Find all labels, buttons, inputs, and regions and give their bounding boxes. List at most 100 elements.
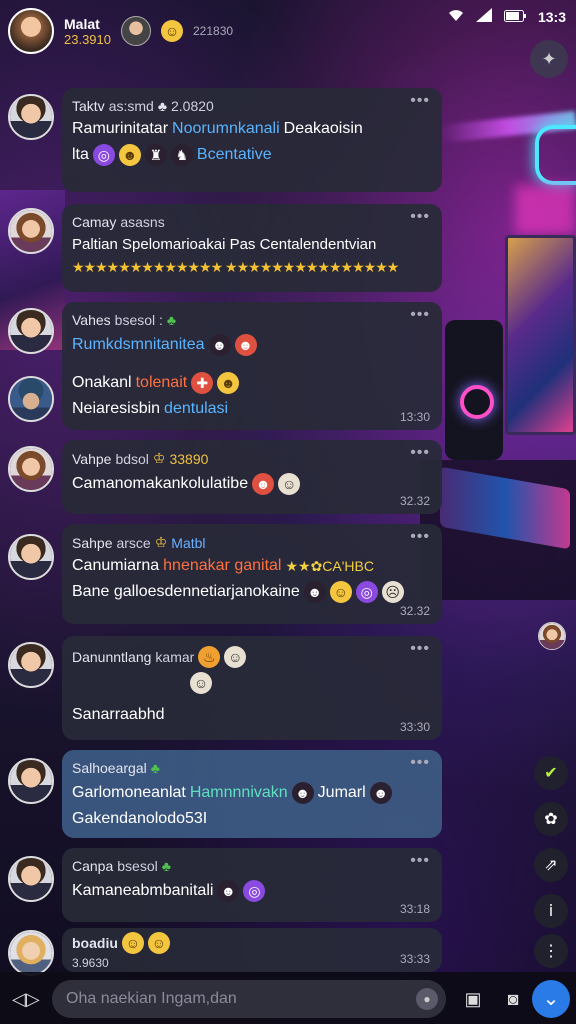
- message-text: Paltian Spelomarioakai Pas Centalendentv…: [72, 236, 377, 253]
- signal-icon: [475, 8, 492, 25]
- message-author: Taktv: [72, 98, 105, 114]
- viewer-avatar[interactable]: [538, 622, 566, 650]
- message-bubble[interactable]: Vahes bsesol : ♣ ••• Rumkdsmnitanitea ☻ …: [62, 302, 442, 430]
- message-bubble[interactable]: Canpa bsesol ♣ ••• Kamaneabmbanitali ☻ ◎…: [62, 848, 442, 922]
- background-glow: [515, 185, 576, 235]
- message-bubble[interactable]: Vahpe bdsol ♔ 33890 ••• Camanomakankolul…: [62, 440, 442, 514]
- fire-emoji-icon: ♨: [198, 646, 221, 668]
- attach-button[interactable]: ◁▷: [12, 986, 40, 1012]
- message-author: boadiu: [72, 935, 118, 951]
- message-text-link[interactable]: Rumkdsmnitanitea: [72, 336, 205, 354]
- emoji-icon: ☻: [234, 334, 257, 356]
- emoji-icon: ☻: [217, 880, 240, 902]
- message-bubble[interactable]: Danunntlang kamar ♨ ☺ ••• ☺ Sanarraabhd …: [62, 636, 442, 740]
- message-input-placeholder: Oha naekian Ingam,dan: [66, 990, 237, 1007]
- message-bubble[interactable]: Camay asasns ••• Paltian Spelomarioakai …: [62, 204, 442, 292]
- message-meta: bsesol :: [114, 312, 163, 328]
- emoji-icon: ☻: [291, 782, 314, 804]
- sticker-icon: ▣: [464, 989, 482, 1009]
- profile-avatar[interactable]: [8, 8, 54, 54]
- message-time: 13:30: [399, 410, 430, 424]
- avatar[interactable]: [8, 94, 54, 140]
- emoji-icon: ☻: [303, 581, 326, 603]
- emoji-icon: ☺: [224, 646, 247, 668]
- info-button[interactable]: ⅰ: [534, 894, 568, 928]
- more-options-icon[interactable]: •••: [410, 444, 430, 462]
- message-meta: asasns: [120, 214, 165, 230]
- chat-title: Malat: [64, 15, 100, 32]
- more-options-icon[interactable]: •••: [410, 92, 430, 110]
- avatar[interactable]: [8, 758, 54, 804]
- more-options-icon[interactable]: •••: [410, 852, 430, 870]
- camera-button[interactable]: ◙: [500, 986, 526, 1012]
- avatar[interactable]: [8, 642, 54, 688]
- emoji-icon: ✚: [191, 372, 214, 394]
- chat-subtitle: 23.3910: [64, 31, 111, 47]
- avatar[interactable]: [8, 856, 54, 902]
- emoji-icon: ☺: [190, 672, 212, 694]
- more-options-icon[interactable]: •••: [410, 306, 430, 324]
- smile-emoji-icon: ☺: [161, 20, 183, 42]
- message-bubble[interactable]: Sahpe arsce ♔ Matbl ••• Canumiarna hnena…: [62, 524, 442, 624]
- status-time: 13:3: [537, 8, 566, 25]
- trophy-emoji-icon: ♔: [154, 534, 168, 550]
- message-text-link[interactable]: dentulasi: [164, 400, 228, 418]
- message-time: 33:33: [399, 952, 430, 966]
- message-text: Deakaoisin: [283, 120, 363, 137]
- share-button[interactable]: ⇗: [534, 848, 568, 882]
- chat-header: Malat 23.3910 ☺ 221830: [8, 6, 233, 56]
- avatar[interactable]: [8, 446, 54, 492]
- more-options-icon[interactable]: •••: [410, 208, 430, 226]
- settings-button[interactable]: ✦: [530, 40, 568, 78]
- emoji-icon: ◎: [92, 144, 115, 166]
- message-text: Kamaneabmbanitali: [72, 882, 214, 899]
- more-options-icon[interactable]: •••: [410, 754, 430, 772]
- avatar[interactable]: [8, 534, 54, 580]
- message-meta-2: 33890: [169, 450, 209, 467]
- message-time: 33:30: [399, 720, 430, 734]
- avatar[interactable]: [8, 308, 54, 354]
- message-bubble-highlighted[interactable]: Salhoeargal ♣ ••• Garlomoneanlat Hamnnni…: [62, 750, 442, 838]
- emoji-icon: ☻: [369, 782, 392, 804]
- share-icon: ⇗: [544, 857, 558, 874]
- hand-emoji-icon: ♣: [161, 858, 171, 874]
- sticker-button[interactable]: ▣: [460, 986, 486, 1012]
- background-speaker-ring: [460, 385, 494, 419]
- avatar[interactable]: [8, 376, 54, 422]
- mic-icon[interactable]: ●: [416, 988, 438, 1010]
- check-icon: ✔: [544, 765, 558, 782]
- reaction-button[interactable]: ✿: [534, 802, 568, 836]
- more-options-icon[interactable]: •••: [410, 528, 430, 546]
- message-text: Camanomakankolulatibe: [72, 475, 249, 492]
- thumb-emoji-icon: ♣: [157, 98, 167, 114]
- like-button[interactable]: ✔: [534, 756, 568, 790]
- message-input[interactable]: Oha naekian Ingam,dan ●: [52, 980, 446, 1018]
- message-text: Ramurinitatar: [72, 120, 169, 137]
- hand-emoji-icon: ♣: [150, 760, 160, 776]
- paw-icon: ✿: [544, 811, 558, 828]
- message-author: Camay: [72, 214, 117, 230]
- message-text-link[interactable]: Bcentative: [197, 146, 272, 164]
- message-bubble[interactable]: Taktv as:smd ♣ 2.0820 ••• Ramurinitatar …: [62, 88, 442, 192]
- info-icon: ⅰ: [548, 903, 554, 920]
- emoji-icon: ☻: [252, 473, 275, 495]
- emoji-icon: ◎: [355, 581, 378, 603]
- message-text-link[interactable]: Noorumnkanali: [172, 120, 280, 138]
- more-vertical-icon: ⋮: [543, 943, 559, 960]
- battery-icon: [503, 9, 526, 25]
- message-text: lta: [72, 146, 89, 163]
- member-avatar[interactable]: [121, 16, 151, 46]
- message-meta: bsesol: [117, 858, 158, 874]
- message-text: Garlomoneanlat: [72, 784, 186, 801]
- avatar[interactable]: [8, 208, 54, 254]
- message-text: Onakanl: [72, 374, 132, 391]
- message-author: Salhoeargal: [72, 760, 147, 776]
- message-meta: arsce: [116, 534, 151, 551]
- more-button[interactable]: ⋮: [534, 934, 568, 968]
- send-button[interactable]: ⌄: [532, 980, 570, 1018]
- background-neon-logo: [535, 125, 576, 185]
- avatar[interactable]: [8, 930, 54, 976]
- more-options-icon[interactable]: •••: [410, 640, 430, 658]
- message-time: 32.32: [399, 604, 430, 618]
- message-bubble[interactable]: boadiu ☺ ☺ 3.9630 33:33: [62, 928, 442, 972]
